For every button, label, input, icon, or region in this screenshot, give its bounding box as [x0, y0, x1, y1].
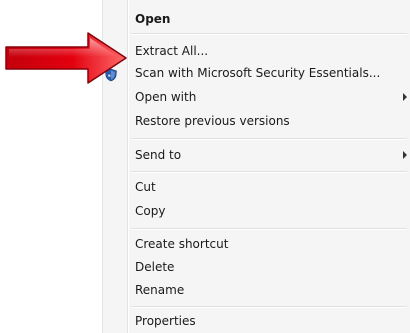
menu-item-label: Scan with Microsoft Security Essentials.… — [135, 66, 381, 80]
menu-item-label: Rename — [135, 283, 185, 297]
menu-item-label: Properties — [135, 314, 196, 328]
red-arrow-icon — [5, 32, 127, 84]
menu-separator — [131, 228, 407, 230]
chevron-right-icon — [403, 93, 407, 101]
menu-item-send-to[interactable]: Send to — [103, 144, 410, 166]
menu-item-label: Send to — [135, 148, 182, 162]
menu-item-cut[interactable]: Cut — [103, 176, 410, 198]
menu-item-delete[interactable]: Delete — [103, 256, 410, 278]
menu-separator — [131, 33, 407, 35]
menu-item-label: Open with — [135, 90, 197, 104]
menu-item-create-shortcut[interactable]: Create shortcut — [103, 233, 410, 255]
menu-item-label: Create shortcut — [135, 237, 229, 251]
menu-item-label: Delete — [135, 260, 175, 274]
menu-item-open[interactable]: Open — [103, 8, 410, 30]
menu-item-rename[interactable]: Rename — [103, 279, 410, 301]
menu-item-restore-previous-versions[interactable]: Restore previous versions — [103, 110, 410, 132]
menu-item-extract-all[interactable]: Extract All... — [103, 40, 410, 62]
menu-item-scan-security-essentials[interactable]: Scan with Microsoft Security Essentials.… — [103, 62, 410, 84]
menu-item-open-with[interactable]: Open with — [103, 86, 410, 108]
menu-item-label: Copy — [135, 204, 166, 218]
context-menu: Open Extract All... Scan with Microsoft … — [102, 0, 410, 333]
menu-separator — [131, 306, 407, 308]
menu-separator — [131, 171, 407, 173]
chevron-right-icon — [403, 151, 407, 159]
menu-item-label: Cut — [135, 180, 156, 194]
menu-separator — [131, 138, 407, 140]
screen: Open Extract All... Scan with Microsoft … — [0, 0, 410, 333]
menu-item-label: Extract All... — [135, 44, 209, 58]
menu-item-properties[interactable]: Properties — [103, 310, 410, 332]
menu-item-copy[interactable]: Copy — [103, 200, 410, 222]
menu-item-label: Open — [135, 12, 171, 26]
menu-item-label: Restore previous versions — [135, 114, 290, 128]
